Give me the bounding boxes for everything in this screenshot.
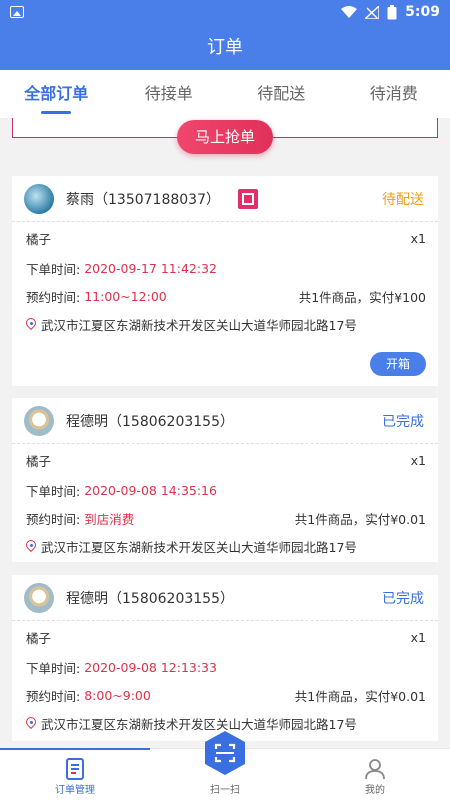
grab-order-button[interactable]: 马上抢单 bbox=[177, 120, 273, 154]
order-summary: 共1件商品，实付¥0.01 bbox=[294, 688, 426, 704]
item-qty: x1 bbox=[410, 230, 426, 246]
nav-label: 扫一扫 bbox=[210, 785, 240, 796]
customer-name: 蔡雨（13507188037） bbox=[66, 191, 220, 208]
customer-name: 程德明（15806203155） bbox=[66, 590, 234, 607]
order-card[interactable]: 程德明（15806203155） 已完成 橘子 x1 下单时间: 2020-09… bbox=[12, 398, 438, 562]
order-list-icon bbox=[66, 758, 84, 780]
item-row: 橘子 x1 bbox=[12, 222, 438, 254]
no-signal-icon bbox=[365, 5, 380, 19]
order-card[interactable]: 蔡雨（13507188037） 待配送 橘子 x1 下单时间: 2020-09-… bbox=[12, 176, 438, 386]
battery-icon bbox=[387, 4, 397, 19]
order-time-row: 下单时间: 2020-09-08 12:13:33 bbox=[12, 653, 438, 681]
order-card-header: 程德明（15806203155） 已完成 bbox=[12, 398, 438, 444]
open-box-button[interactable]: 开箱 bbox=[370, 352, 426, 376]
address-text: 武汉市江夏区东湖新技术开发区关山大道华师园北路17号 bbox=[41, 539, 357, 555]
nav-label: 订单管理 bbox=[55, 785, 95, 796]
item-name: 橘子 bbox=[26, 630, 52, 646]
order-summary: 共1件商品，实付¥100 bbox=[298, 289, 426, 305]
status-badge: 已完成 bbox=[382, 590, 424, 607]
order-card-header: 蔡雨（13507188037） 待配送 bbox=[12, 176, 438, 222]
item-qty: x1 bbox=[410, 452, 426, 468]
reserve-time-row: 预约时间: 11:00~12:00 共1件商品，实付¥100 bbox=[12, 282, 438, 310]
location-pin-icon bbox=[26, 717, 36, 729]
address-row: 武汉市江夏区东湖新技术开发区关山大道华师园北路17号 bbox=[12, 532, 438, 560]
address-text: 武汉市江夏区东湖新技术开发区关山大道华师园北路17号 bbox=[41, 716, 357, 732]
reserve-time-value: 11:00~12:00 bbox=[84, 288, 167, 304]
tab-pending-consume[interactable]: 待消费 bbox=[338, 70, 450, 118]
order-time-row: 下单时间: 2020-09-08 14:35:16 bbox=[12, 476, 438, 504]
reserve-time-value: 到店消费 bbox=[84, 511, 135, 527]
item-row: 橘子 x1 bbox=[12, 444, 438, 476]
nav-mine[interactable]: 我的 bbox=[300, 749, 450, 800]
location-pin-icon bbox=[26, 540, 36, 552]
clock: 5:09 bbox=[405, 4, 440, 20]
order-tabs: 全部订单 待接单 待配送 待消费 bbox=[0, 70, 450, 118]
reserve-time-label: 预约时间: bbox=[26, 289, 81, 305]
reserve-time-label: 预约时间: bbox=[26, 511, 81, 527]
order-time-value: 2020-09-08 12:13:33 bbox=[84, 659, 217, 675]
user-icon bbox=[365, 759, 385, 780]
order-card[interactable]: 程德明（15806203155） 已完成 橘子 x1 下单时间: 2020-09… bbox=[12, 575, 438, 741]
status-badge: 已完成 bbox=[382, 413, 424, 430]
reserve-time-row: 预约时间: 到店消费 共1件商品，实付¥0.01 bbox=[12, 504, 438, 532]
customer-name: 程德明（15806203155） bbox=[66, 413, 234, 430]
item-row: 橘子 x1 bbox=[12, 621, 438, 653]
qr-code-icon[interactable] bbox=[237, 188, 258, 209]
avatar bbox=[24, 183, 54, 214]
wifi-icon bbox=[341, 5, 358, 18]
tab-pending-delivery[interactable]: 待配送 bbox=[225, 70, 338, 118]
location-pin-icon bbox=[26, 318, 36, 330]
order-summary: 共1件商品，实付¥0.01 bbox=[294, 511, 426, 527]
tab-pending-accept[interactable]: 待接单 bbox=[113, 70, 226, 118]
item-name: 橘子 bbox=[26, 453, 52, 469]
item-qty: x1 bbox=[410, 629, 426, 645]
item-name: 橘子 bbox=[26, 231, 52, 247]
nav-label: 我的 bbox=[365, 785, 385, 796]
order-time-value: 2020-09-17 11:42:32 bbox=[84, 260, 217, 276]
page-title: 订单 bbox=[0, 26, 450, 70]
address-row: 武汉市江夏区东湖新技术开发区关山大道华师园北路17号 bbox=[12, 310, 438, 338]
order-time-label: 下单时间: bbox=[26, 483, 81, 499]
order-time-label: 下单时间: bbox=[26, 261, 81, 277]
reserve-time-row: 预约时间: 8:00~9:00 共1件商品，实付¥0.01 bbox=[12, 681, 438, 709]
order-time-label: 下单时间: bbox=[26, 660, 81, 676]
avatar bbox=[24, 405, 54, 436]
reserve-time-label: 预约时间: bbox=[26, 688, 81, 704]
order-time-value: 2020-09-08 14:35:16 bbox=[84, 482, 217, 498]
order-card-header: 程德明（15806203155） 已完成 bbox=[12, 575, 438, 621]
nav-order-management[interactable]: 订单管理 bbox=[0, 749, 150, 800]
status-bar: 5:09 bbox=[0, 0, 450, 26]
gallery-notification-icon bbox=[10, 6, 24, 18]
tab-all-orders[interactable]: 全部订单 bbox=[0, 70, 113, 118]
order-time-row: 下单时间: 2020-09-17 11:42:32 bbox=[12, 254, 438, 282]
scan-icon[interactable] bbox=[202, 730, 248, 776]
avatar bbox=[24, 582, 54, 613]
reserve-time-value: 8:00~9:00 bbox=[84, 687, 151, 703]
address-text: 武汉市江夏区东湖新技术开发区关山大道华师园北路17号 bbox=[41, 317, 357, 333]
status-badge: 待配送 bbox=[382, 191, 424, 208]
